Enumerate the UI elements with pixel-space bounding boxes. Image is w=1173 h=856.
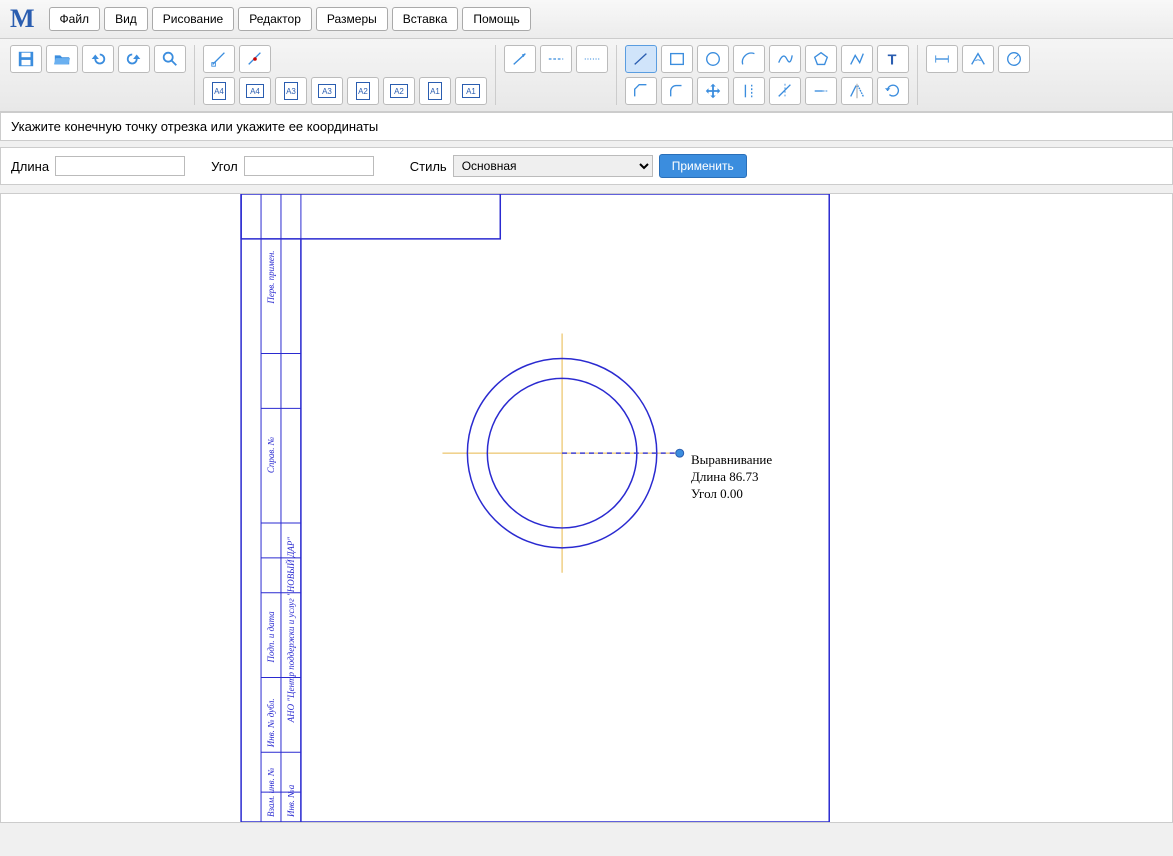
tb-text-4: Инв. № дубл. xyxy=(266,698,276,748)
style-label: Стиль xyxy=(410,159,447,174)
paper-a1-landscape[interactable]: A1 xyxy=(455,77,487,105)
fillet-tool-icon[interactable] xyxy=(661,77,693,105)
line-snap-icon[interactable] xyxy=(203,45,235,73)
length-label: Длина xyxy=(11,159,49,174)
menu-file[interactable]: Файл xyxy=(49,7,101,31)
menu-insert[interactable]: Вставка xyxy=(392,7,459,31)
line-tool-icon[interactable] xyxy=(625,45,657,73)
dim-linear-icon[interactable] xyxy=(926,45,958,73)
style-select[interactable]: Основная xyxy=(453,155,653,177)
save-icon[interactable] xyxy=(10,45,42,73)
text-tool-icon[interactable]: T xyxy=(877,45,909,73)
linestyle-dashed-icon[interactable] xyxy=(540,45,572,73)
angle-snap-icon[interactable] xyxy=(239,45,271,73)
linestyle-dotted-icon[interactable] xyxy=(576,45,608,73)
polygon-tool-icon[interactable] xyxy=(805,45,837,73)
svg-text:T: T xyxy=(888,52,897,68)
polyline-tool-icon[interactable] xyxy=(841,45,873,73)
menu-dimensions[interactable]: Размеры xyxy=(316,7,388,31)
length-input[interactable] xyxy=(55,156,185,176)
status-text: Укажите конечную точку отрезка или укажи… xyxy=(11,119,378,134)
menu-bar: M Файл Вид Рисование Редактор Размеры Вс… xyxy=(0,0,1173,39)
paper-a4-landscape[interactable]: A4 xyxy=(239,77,271,105)
tb-text-1: Перв. примен. xyxy=(266,250,276,304)
menu-view[interactable]: Вид xyxy=(104,7,148,31)
tb-text-3: Подп. и дата xyxy=(266,611,276,664)
angle-label: Угол xyxy=(211,159,238,174)
trim-tool-icon[interactable] xyxy=(769,77,801,105)
linestyle-solid-arrow-icon[interactable] xyxy=(504,45,536,73)
rotate-tool-icon[interactable] xyxy=(877,77,909,105)
tooltip-line2: Длина 86.73 xyxy=(691,469,772,486)
dim-angle-icon[interactable] xyxy=(962,45,994,73)
angle-input[interactable] xyxy=(244,156,374,176)
circle-tool-icon[interactable] xyxy=(697,45,729,73)
icon-toolbar: A4 A4 A3 A3 A2 A2 A1 A1 T xyxy=(0,39,1173,112)
status-bar: Укажите конечную точку отрезка или укажи… xyxy=(0,112,1173,141)
open-icon[interactable] xyxy=(46,45,78,73)
extend-tool-icon[interactable] xyxy=(805,77,837,105)
tb-text-7: АНО "Центр поддержки и услуг "НОВЫЙ ДАР" xyxy=(286,537,296,724)
zoom-icon[interactable] xyxy=(154,45,186,73)
spline-tool-icon[interactable] xyxy=(769,45,801,73)
tb-text-6: Инв. №а xyxy=(286,784,296,818)
tooltip-line3: Угол 0.00 xyxy=(691,486,772,503)
paper-a2-portrait[interactable]: A2 xyxy=(347,77,379,105)
mirror-tool-icon[interactable] xyxy=(841,77,873,105)
paper-a3-portrait[interactable]: A3 xyxy=(275,77,307,105)
menu-help[interactable]: Помощь xyxy=(462,7,530,31)
tooltip-line1: Выравнивание xyxy=(691,452,772,469)
chamfer-tool-icon[interactable] xyxy=(625,77,657,105)
app-logo: M xyxy=(6,4,39,34)
move-tool-icon[interactable] xyxy=(697,77,729,105)
paper-a2-landscape[interactable]: A2 xyxy=(383,77,415,105)
tb-text-5: Взам. инв. № xyxy=(266,768,276,817)
paper-a3-landscape[interactable]: A3 xyxy=(311,77,343,105)
params-bar: Длина Угол Стиль Основная Применить xyxy=(0,147,1173,185)
drawing-canvas[interactable]: Перв. примен. Справ. № Подп. и дата Инв.… xyxy=(0,193,1173,823)
dim-radius-icon[interactable] xyxy=(998,45,1030,73)
paper-a1-portrait[interactable]: A1 xyxy=(419,77,451,105)
menu-drawing[interactable]: Рисование xyxy=(152,7,234,31)
arc-tool-icon[interactable] xyxy=(733,45,765,73)
redo-icon[interactable] xyxy=(118,45,150,73)
menu-editor[interactable]: Редактор xyxy=(238,7,312,31)
paper-a4-portrait[interactable]: A4 xyxy=(203,77,235,105)
rect-tool-icon[interactable] xyxy=(661,45,693,73)
cursor-tooltip: Выравнивание Длина 86.73 Угол 0.00 xyxy=(691,452,772,503)
offset-tool-icon[interactable] xyxy=(733,77,765,105)
tb-text-2: Справ. № xyxy=(266,437,276,473)
apply-button[interactable]: Применить xyxy=(659,154,747,178)
undo-icon[interactable] xyxy=(82,45,114,73)
